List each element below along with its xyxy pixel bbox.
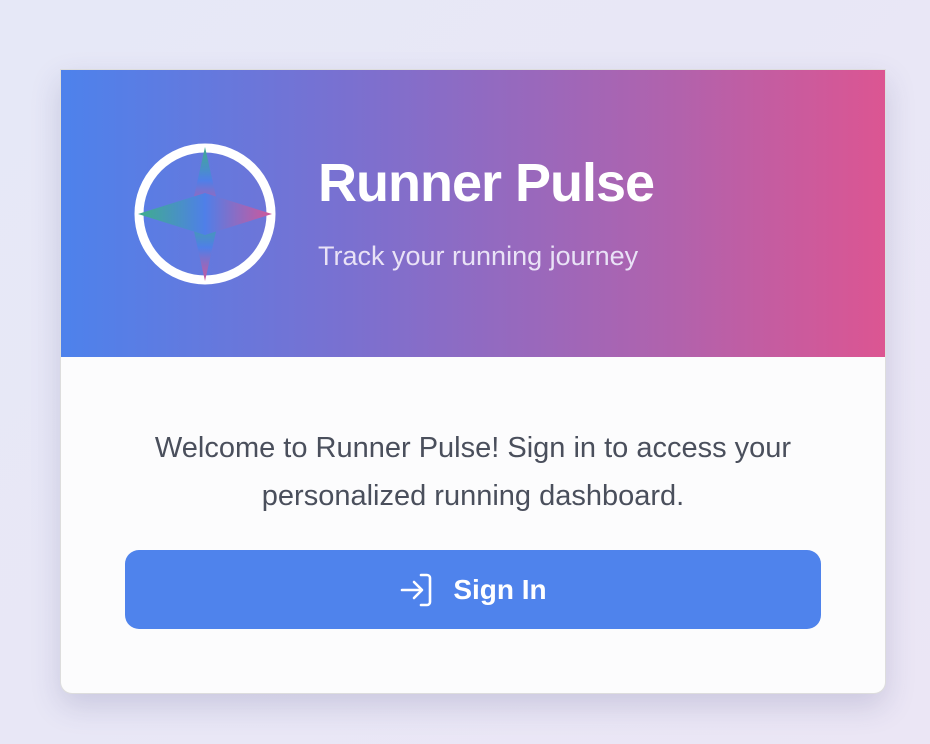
compass-icon	[134, 143, 276, 285]
sign-in-button[interactable]: Sign In	[125, 550, 821, 629]
header-banner: Runner Pulse Track your running journey	[61, 70, 885, 357]
login-card: Runner Pulse Track your running journey …	[60, 69, 886, 694]
sign-in-icon	[401, 573, 432, 606]
sign-in-label: Sign In	[453, 573, 547, 605]
app-subtitle: Track your running journey	[318, 241, 639, 271]
welcome-message: Welcome to Runner Pulse! Sign in to acce…	[154, 432, 792, 512]
app-title: Runner Pulse	[318, 153, 655, 213]
